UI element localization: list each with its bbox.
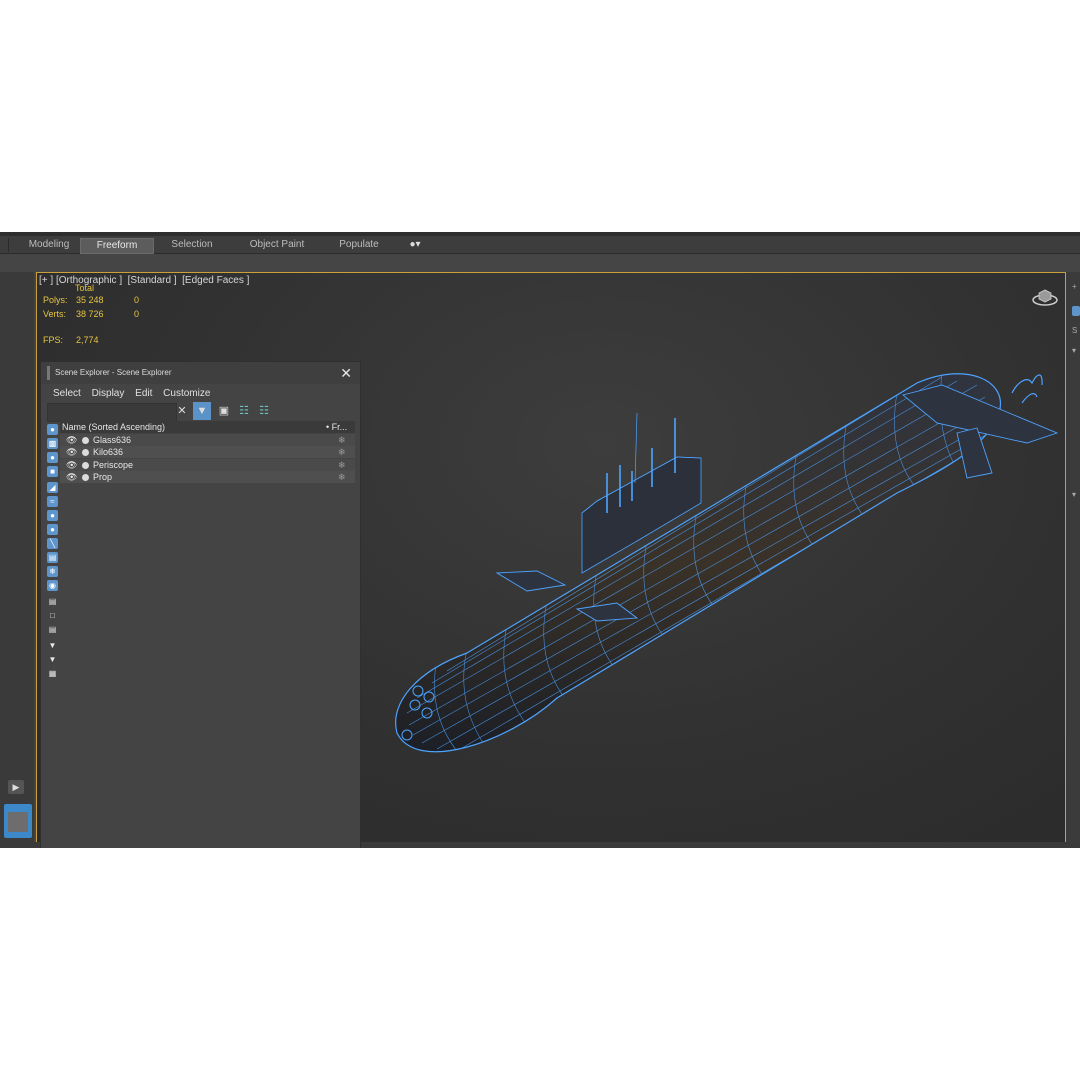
stats-verts-label: Verts: xyxy=(43,309,67,319)
object-dot-icon xyxy=(82,474,89,481)
object-name: Prop xyxy=(93,472,113,482)
object-name: Periscope xyxy=(93,460,134,470)
scene-explorer-panel: Scene Explorer - Scene Explorer ✕ Select… xyxy=(40,361,361,848)
expand-down-icon[interactable]: ▾ xyxy=(1072,490,1080,500)
stats-polys-selected: 0 xyxy=(134,295,140,305)
list-item[interactable]: 👁 Periscope ❄ xyxy=(60,459,355,471)
column-name-header[interactable]: Name (Sorted Ascending) xyxy=(62,421,165,433)
stats-polys-value: 35 248 xyxy=(76,295,104,305)
geometry-filter-icon[interactable]: ● xyxy=(47,424,58,435)
invert-display-icon[interactable]: ▤ xyxy=(47,624,58,635)
filter-sidebar: ● ▩ ● ■ ◢ ≈ ● ● ╲ ▤ ❄ ◉ ▤ □ ▤ ▼ ▼ ▦ xyxy=(45,422,59,682)
left-toolbar: ▶ xyxy=(0,272,34,848)
stats-total-label: Total xyxy=(75,283,95,293)
scene-explorer-title: Scene Explorer - Scene Explorer xyxy=(55,368,172,377)
tab-modeling[interactable]: Modeling xyxy=(18,238,80,252)
clear-search-icon[interactable]: ✕ xyxy=(173,402,191,420)
ribbon-panel-strip xyxy=(0,254,1080,272)
list-item[interactable]: 👁 Glass636 ❄ xyxy=(60,434,355,446)
object-dot-icon xyxy=(82,462,89,469)
filter-options-icon[interactable]: ▼ xyxy=(47,640,58,651)
close-icon[interactable]: ✕ xyxy=(340,364,352,382)
object-dot-icon xyxy=(82,449,89,456)
display-all-icon[interactable]: ▤ xyxy=(47,596,58,607)
freeze-snowflake-icon[interactable]: ❄ xyxy=(338,459,346,471)
hull-body xyxy=(395,373,1002,753)
hierarchy-icon[interactable]: ☷ xyxy=(235,402,253,420)
propeller xyxy=(1011,374,1043,404)
visibility-eye-icon[interactable]: 👁 xyxy=(66,446,77,458)
collapse-arrow-icon[interactable]: ▾ xyxy=(1072,346,1080,356)
cameras-filter-icon[interactable]: ■ xyxy=(47,466,58,477)
object-name: Kilo636 xyxy=(93,447,124,457)
stats-verts-selected: 0 xyxy=(134,309,140,319)
object-dot-icon xyxy=(82,437,89,444)
column-frozen-header[interactable]: • Fr... xyxy=(326,421,347,433)
stats-polys-label: Polys: xyxy=(43,295,68,305)
app-window: Modeling Freeform Selection Object Paint… xyxy=(0,232,1080,848)
menu-customize[interactable]: Customize xyxy=(163,388,210,399)
tab-selection[interactable]: Selection xyxy=(160,238,224,252)
layer-icon[interactable]: ▦ xyxy=(47,668,58,679)
stats-verts-value: 38 726 xyxy=(76,309,104,319)
viewcube-icon[interactable] xyxy=(1031,285,1059,307)
xrefs-filter-icon[interactable]: ● xyxy=(47,524,58,535)
scene-explorer-menu: Select Display Edit Customize xyxy=(53,388,218,399)
tab-freeform[interactable]: Freeform xyxy=(80,238,154,254)
scene-explorer-titlebar[interactable]: Scene Explorer - Scene Explorer ✕ xyxy=(41,362,360,384)
freeze-snowflake-icon[interactable]: ❄ xyxy=(338,446,346,458)
search-input[interactable] xyxy=(47,403,177,422)
panel-tab-icon[interactable]: S xyxy=(1072,326,1080,336)
ribbon-tab-bar: Modeling Freeform Selection Object Paint… xyxy=(0,236,1080,254)
tab-separator xyxy=(8,238,9,252)
scene-explorer-toolbar: ✕ ▼ ▣ ☷ ☷ xyxy=(41,400,360,422)
viewport-label[interactable]: [+ ] [Orthographic ] [Standard ] [Edged … xyxy=(39,275,249,286)
stats-fps-label: FPS: xyxy=(43,335,64,345)
camera-dropdown-icon[interactable]: ●▾ xyxy=(402,238,428,252)
containers-filter-icon[interactable]: ▤ xyxy=(47,552,58,563)
frozen-filter-icon[interactable]: ❄ xyxy=(47,566,58,577)
list-item[interactable]: 👁 Prop ❄ xyxy=(60,471,355,483)
drag-handle[interactable] xyxy=(47,366,50,380)
menu-select[interactable]: Select xyxy=(53,388,81,399)
visibility-eye-icon[interactable]: 👁 xyxy=(66,471,77,483)
plus-icon[interactable]: + xyxy=(1072,282,1080,292)
visibility-eye-icon[interactable]: 👁 xyxy=(66,434,77,446)
tab-object-paint[interactable]: Object Paint xyxy=(240,238,314,252)
freeze-snowflake-icon[interactable]: ❄ xyxy=(338,434,346,446)
display-none-icon[interactable]: □ xyxy=(47,610,58,621)
object-name: Glass636 xyxy=(93,435,132,445)
list-item[interactable]: 👁 Kilo636 ❄ xyxy=(60,446,355,458)
groups-filter-icon[interactable]: ● xyxy=(47,510,58,521)
lights-filter-icon[interactable]: ● xyxy=(47,452,58,463)
layout-preview-icon xyxy=(8,812,28,832)
list-header: Name (Sorted Ascending) • Fr... xyxy=(60,421,355,433)
filter-icon[interactable]: ▼ xyxy=(193,402,211,420)
hierarchy-expand-icon[interactable]: ☷ xyxy=(255,402,273,420)
right-command-panel: + S ▾ ▾ xyxy=(1066,272,1080,848)
create-icon[interactable] xyxy=(1072,306,1080,316)
lock-icon[interactable]: ▣ xyxy=(215,402,233,420)
stats-fps-value: 2,774 xyxy=(76,335,99,345)
visibility-eye-icon[interactable]: 👁 xyxy=(66,459,77,471)
freeze-snowflake-icon[interactable]: ❄ xyxy=(338,471,346,483)
spacewarps-filter-icon[interactable]: ≈ xyxy=(47,496,58,507)
menu-display[interactable]: Display xyxy=(92,388,125,399)
hidden-filter-icon[interactable]: ◉ xyxy=(47,580,58,591)
shapes-filter-icon[interactable]: ▩ xyxy=(47,438,58,449)
menu-edit[interactable]: Edit xyxy=(135,388,152,399)
helpers-filter-icon[interactable]: ◢ xyxy=(47,482,58,493)
expand-arrow-icon[interactable]: ▶ xyxy=(8,780,24,794)
viewport-layout-tile[interactable] xyxy=(4,804,32,838)
bones-filter-icon[interactable]: ╲ xyxy=(47,538,58,549)
tab-populate[interactable]: Populate xyxy=(330,238,388,252)
funnel-icon[interactable]: ▼ xyxy=(47,654,58,665)
